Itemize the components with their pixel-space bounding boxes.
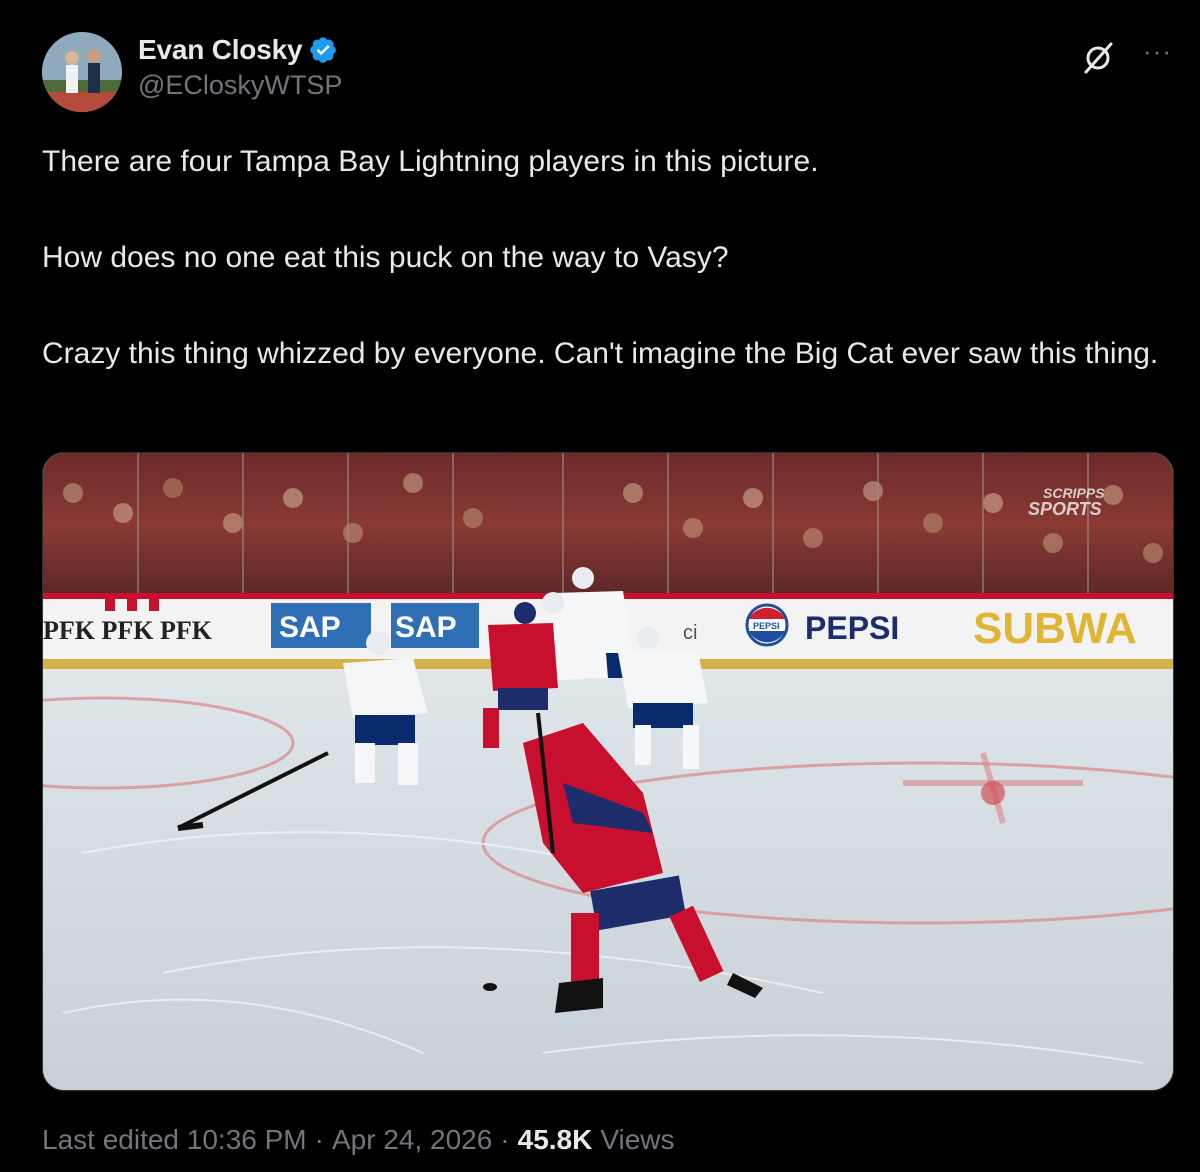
tweet-header: Evan Closky @ECloskyWTSP ··· (42, 30, 1172, 120)
svg-text:PEPSI: PEPSI (753, 621, 780, 631)
handle[interactable]: @ECloskyWTSP (138, 70, 342, 101)
crowd (43, 453, 1173, 598)
svg-text:SAP: SAP (395, 611, 457, 644)
puck (483, 983, 497, 991)
pepsi-ad: PEPSI (805, 610, 899, 646)
verified-badge-icon (310, 37, 337, 63)
hockey-photo: PFK PFK PFK SAP SAP ci PEPSI PEPSI SUBWA (43, 453, 1173, 1090)
tweet-media[interactable]: PFK PFK PFK SAP SAP ci PEPSI PEPSI SUBWA (42, 452, 1174, 1091)
avatar[interactable] (42, 32, 122, 112)
tweet-date[interactable]: Apr 24, 2026 (332, 1124, 492, 1156)
ci-ad: ci (683, 622, 697, 644)
tweet-text: There are four Tampa Bay Lightning playe… (42, 142, 1172, 374)
tweet-paragraph: How does no one eat this puck on the way… (42, 241, 729, 274)
tweet-paragraph: There are four Tampa Bay Lightning playe… (42, 145, 819, 178)
separator: · (500, 1124, 510, 1155)
subway-ad: SUBWA (973, 604, 1137, 653)
tweet-meta: Last edited 10:36 PM · Apr 24, 2026 · 45… (42, 1124, 675, 1156)
display-name[interactable]: Evan Closky (138, 34, 303, 66)
avatar-photo (42, 32, 122, 112)
views-count[interactable]: 45.8K (518, 1124, 593, 1156)
svg-text:SAP: SAP (279, 611, 341, 644)
separator: · (314, 1124, 324, 1155)
watermark: SPORTS (1028, 499, 1102, 519)
edited-timestamp[interactable]: Last edited 10:36 PM (42, 1124, 307, 1156)
views-label: Views (600, 1124, 675, 1155)
tweet-paragraph: Crazy this thing whizzed by everyone. Ca… (42, 337, 1159, 370)
pfk-ad: PFK PFK PFK (43, 616, 213, 645)
grok-icon[interactable] (1080, 40, 1116, 76)
more-options-icon[interactable]: ··· (1143, 36, 1172, 66)
author-names: Evan Closky @ECloskyWTSP (138, 34, 342, 101)
